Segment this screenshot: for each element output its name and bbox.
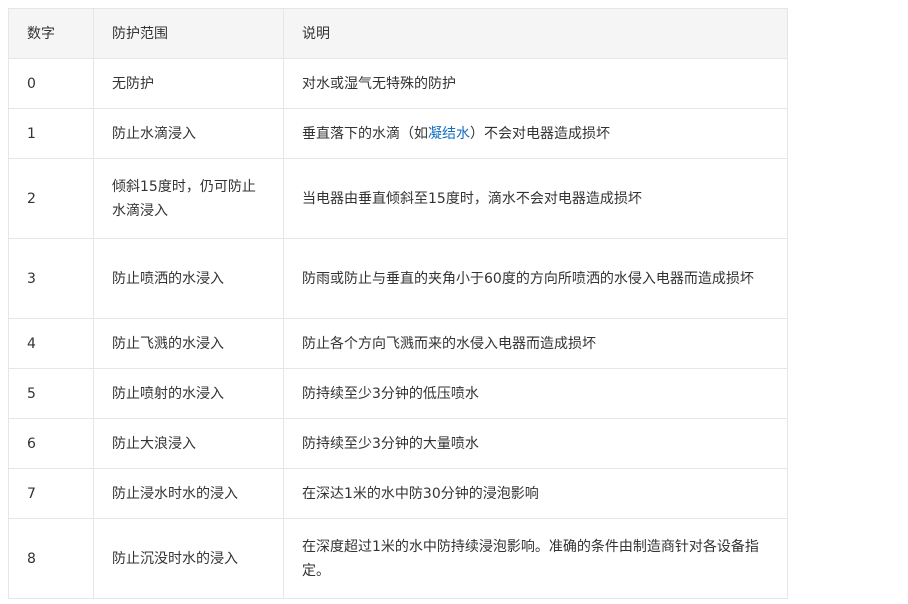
table-row: 3 防止喷洒的水浸入 防雨或防止与垂直的夹角小于60度的方向所喷洒的水侵入电器而… bbox=[8, 238, 788, 319]
cell-code: 0 bbox=[8, 58, 94, 109]
protection-table-container: 数字 防护范围 说明 0 无防护 对水或湿气无特殊的防护 1 防止水滴浸入 垂直… bbox=[8, 8, 788, 599]
water-protection-table: 数字 防护范围 说明 0 无防护 对水或湿气无特殊的防护 1 防止水滴浸入 垂直… bbox=[8, 8, 788, 599]
table-row: 5 防止喷射的水浸入 防持续至少3分钟的低压喷水 bbox=[8, 368, 788, 419]
cell-range: 防止大浪浸入 bbox=[93, 418, 284, 469]
cell-description: 对水或湿气无特殊的防护 bbox=[283, 58, 788, 109]
description-text: ）不会对电器造成损坏 bbox=[470, 125, 610, 142]
description-text: 垂直落下的水滴（如 bbox=[302, 125, 428, 142]
table-row: 6 防止大浪浸入 防持续至少3分钟的大量喷水 bbox=[8, 418, 788, 469]
table-header-row: 数字 防护范围 说明 bbox=[8, 8, 788, 59]
cell-range: 防止水滴浸入 bbox=[93, 108, 284, 159]
cell-code: 3 bbox=[8, 238, 94, 319]
cell-code: 4 bbox=[8, 318, 94, 369]
cell-description: 在深达1米的水中防30分钟的浸泡影响 bbox=[283, 468, 788, 519]
cell-code: 2 bbox=[8, 158, 94, 239]
cell-description: 垂直落下的水滴（如凝结水）不会对电器造成损坏 bbox=[283, 108, 788, 159]
cell-description: 当电器由垂直倾斜至15度时，滴水不会对电器造成损坏 bbox=[283, 158, 788, 239]
cell-range: 倾斜15度时，仍可防止水滴浸入 bbox=[93, 158, 284, 239]
cell-range: 防止飞溅的水浸入 bbox=[93, 318, 284, 369]
cell-range: 防止喷洒的水浸入 bbox=[93, 238, 284, 319]
cell-range: 防止喷射的水浸入 bbox=[93, 368, 284, 419]
cell-description: 防持续至少3分钟的低压喷水 bbox=[283, 368, 788, 419]
cell-code: 1 bbox=[8, 108, 94, 159]
cell-code: 6 bbox=[8, 418, 94, 469]
table-row: 0 无防护 对水或湿气无特殊的防护 bbox=[8, 58, 788, 109]
table-row: 1 防止水滴浸入 垂直落下的水滴（如凝结水）不会对电器造成损坏 bbox=[8, 108, 788, 159]
cell-code: 8 bbox=[8, 518, 94, 599]
table-row: 7 防止浸水时水的浸入 在深达1米的水中防30分钟的浸泡影响 bbox=[8, 468, 788, 519]
table-row: 4 防止飞溅的水浸入 防止各个方向飞溅而来的水侵入电器而造成损坏 bbox=[8, 318, 788, 369]
cell-range: 无防护 bbox=[93, 58, 284, 109]
header-description: 说明 bbox=[283, 8, 788, 59]
table-row: 8 防止沉没时水的浸入 在深度超过1米的水中防持续浸泡影响。准确的条件由制造商针… bbox=[8, 518, 788, 599]
cell-range: 防止浸水时水的浸入 bbox=[93, 468, 284, 519]
cell-description: 防持续至少3分钟的大量喷水 bbox=[283, 418, 788, 469]
table-row: 2 倾斜15度时，仍可防止水滴浸入 当电器由垂直倾斜至15度时，滴水不会对电器造… bbox=[8, 158, 788, 239]
cell-code: 5 bbox=[8, 368, 94, 419]
header-code: 数字 bbox=[8, 8, 94, 59]
cell-description: 防雨或防止与垂直的夹角小于60度的方向所喷洒的水侵入电器而造成损坏 bbox=[283, 238, 788, 319]
cell-code: 7 bbox=[8, 468, 94, 519]
cell-description: 防止各个方向飞溅而来的水侵入电器而造成损坏 bbox=[283, 318, 788, 369]
cell-range: 防止沉没时水的浸入 bbox=[93, 518, 284, 599]
condensed-water-link[interactable]: 凝结水 bbox=[428, 126, 470, 142]
header-range: 防护范围 bbox=[93, 8, 284, 59]
cell-description: 在深度超过1米的水中防持续浸泡影响。准确的条件由制造商针对各设备指定。 bbox=[283, 518, 788, 599]
